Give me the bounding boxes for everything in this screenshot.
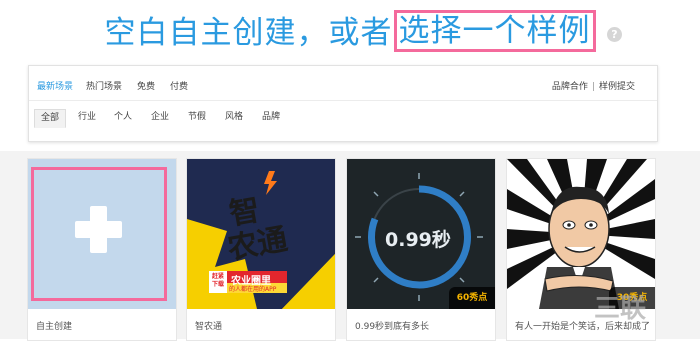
poster-ribbon-tag: 赶紧下载 — [211, 273, 224, 288]
zhinongtong-thumbnail[interactable]: 智 农通 赶紧下载 农业圈里 的人都在用的APP — [187, 159, 335, 309]
tab-popular[interactable]: 热门场景 — [86, 79, 122, 92]
category-tab-bar: 最新场景 热门场景 免费 付费 品牌合作 | 样例提交 — [29, 66, 657, 101]
link-separator: | — [591, 82, 595, 92]
filter-panel: 最新场景 热门场景 免费 付费 品牌合作 | 样例提交 全部 行业 个人 企业 节假… — [28, 65, 658, 142]
watermark: 三联 — [594, 294, 647, 324]
subtab-enterprise[interactable]: 企业 — [145, 109, 175, 126]
card-caption: 智农通 — [195, 322, 223, 332]
header-links: 品牌合作 | 样例提交 — [552, 79, 635, 92]
template-card-zhinongtong[interactable]: 智 农通 赶紧下载 农业圈里 的人都在用的APP 智农通 — [186, 158, 336, 341]
template-card-timer[interactable]: 0.99秒 60秀点 0.99秒到底有多长 — [346, 158, 496, 341]
card-caption: 自主创建 — [36, 322, 73, 332]
price-badge: 60秀点 — [449, 287, 495, 309]
brand-partner-link[interactable]: 品牌合作 — [552, 82, 588, 92]
subcategory-tab-bar: 全部 行业 个人 企业 节假 风格 品牌 — [29, 101, 657, 141]
create-thumbnail[interactable] — [28, 159, 176, 309]
subtab-industry[interactable]: 行业 — [72, 109, 102, 126]
card-caption: 0.99秒到底有多长 — [355, 322, 430, 332]
subtab-all[interactable]: 全部 — [34, 109, 66, 128]
template-card-create[interactable]: 自主创建 — [27, 158, 177, 341]
sample-submit-link[interactable]: 样例提交 — [599, 82, 635, 92]
subtab-brand[interactable]: 品牌 — [256, 109, 286, 126]
headline-prefix: 空白自主创建，或者 — [104, 15, 393, 51]
help-icon[interactable]: ? — [607, 27, 622, 42]
subtab-style[interactable]: 风格 — [219, 109, 249, 126]
subtab-personal[interactable]: 个人 — [108, 109, 138, 126]
tab-free[interactable]: 免费 — [137, 79, 155, 92]
page-headline: 空白自主创建，或者 选择一个样例 — [0, 10, 700, 52]
subtab-holiday[interactable]: 节假 — [182, 109, 212, 126]
timer-text: 0.99秒 — [385, 229, 451, 251]
headline-highlight: 选择一个样例 — [393, 10, 596, 52]
tab-latest[interactable]: 最新场景 — [37, 79, 73, 92]
tab-paid[interactable]: 付费 — [170, 79, 188, 92]
poster-ribbon-sub: 的人都在用的APP — [229, 286, 277, 293]
timer-thumbnail[interactable]: 0.99秒 60秀点 — [347, 159, 495, 309]
